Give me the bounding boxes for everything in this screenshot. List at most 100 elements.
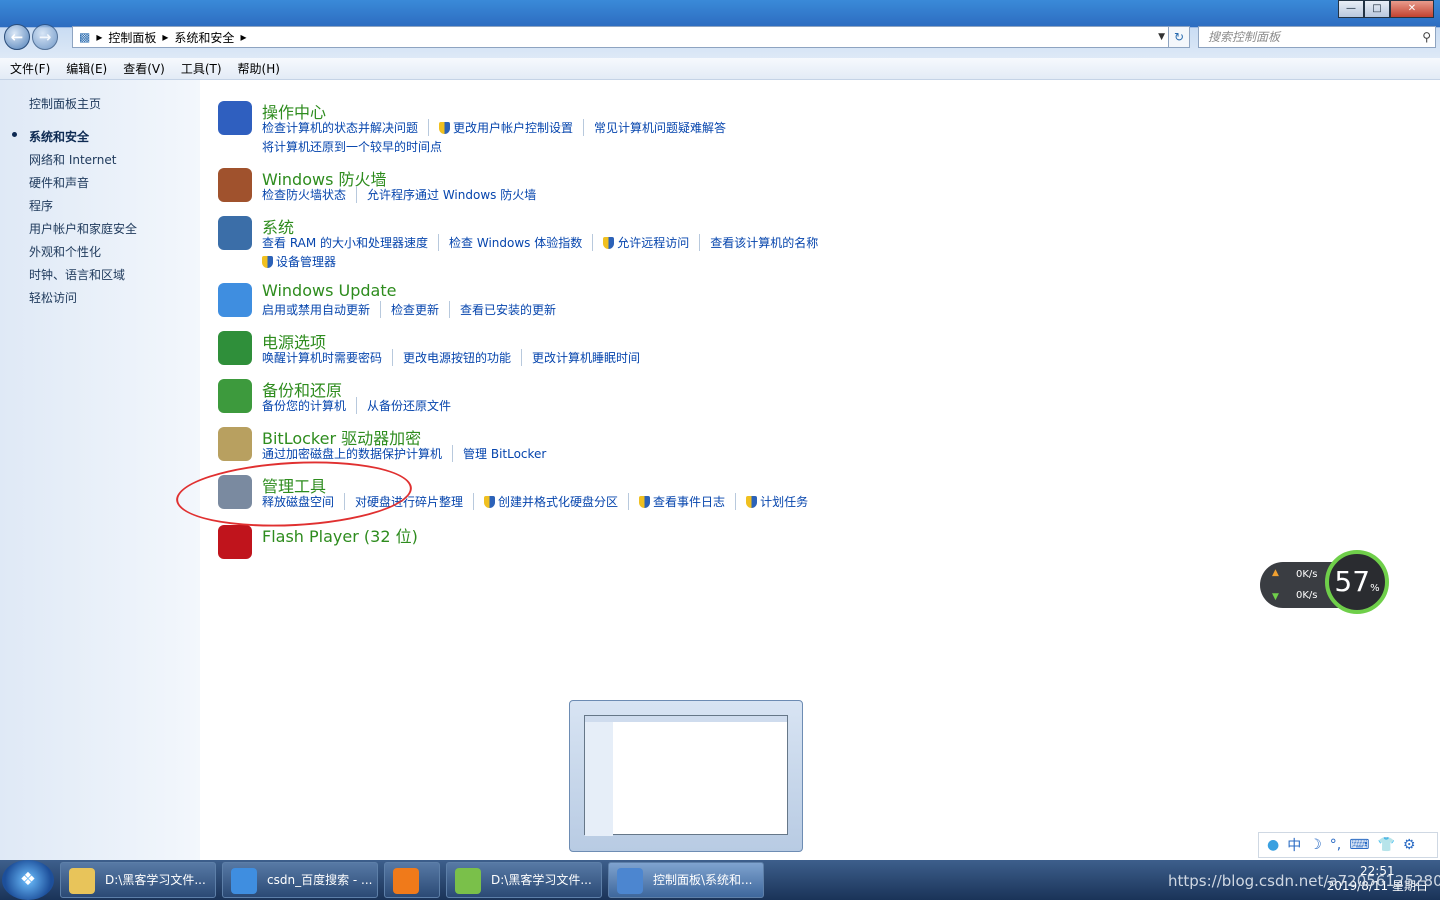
chevron-down-icon[interactable]: ▼ bbox=[1158, 32, 1165, 42]
back-button[interactable]: ← bbox=[4, 24, 30, 50]
network-speed-widget[interactable]: ▲ ▼ 0K/s 0K/s 57% bbox=[1260, 550, 1389, 614]
windows-update-icon[interactable] bbox=[218, 283, 252, 317]
category-link[interactable]: 更改电源按钮的功能 bbox=[403, 349, 523, 366]
category-link[interactable]: 检查计算机的状态并解决问题 bbox=[262, 119, 430, 136]
taskbar-button[interactable]: D:\黑客学习文件... bbox=[446, 862, 602, 898]
firewall-icon[interactable] bbox=[218, 168, 252, 202]
search-icon[interactable]: ⚲ bbox=[1422, 27, 1431, 47]
close-button[interactable]: ✕ bbox=[1390, 0, 1434, 18]
menu-help[interactable]: 帮助(H) bbox=[238, 60, 280, 77]
breadcrumb-control-panel[interactable]: 控制面板 bbox=[108, 29, 156, 46]
uac-shield-icon bbox=[484, 496, 496, 508]
category-link[interactable]: 将计算机还原到一个较早的时间点 bbox=[262, 138, 452, 155]
category-link-text: 设备管理器 bbox=[276, 255, 337, 269]
ime-moon-icon[interactable]: ☽ bbox=[1309, 837, 1322, 853]
taskbar-button-label: D:\黑客学习文件... bbox=[491, 873, 592, 887]
ime-skin-icon[interactable]: 👕 bbox=[1377, 837, 1394, 853]
computer-icon[interactable] bbox=[218, 216, 252, 250]
ime-settings-icon[interactable]: ⚙ bbox=[1403, 837, 1416, 853]
uac-shield-icon bbox=[262, 256, 273, 268]
taskbar-button[interactable]: 控制面板\系统和... bbox=[608, 862, 764, 898]
category-link[interactable]: 设备管理器 bbox=[262, 253, 346, 270]
bitlocker-key-icon[interactable] bbox=[218, 427, 252, 461]
category-link[interactable]: 查看事件日志 bbox=[639, 493, 737, 510]
category-link[interactable]: 查看已安装的更新 bbox=[460, 301, 566, 318]
download-speed: 0K/s bbox=[1296, 590, 1318, 601]
category-link[interactable]: 更改用户帐户控制设置 bbox=[439, 119, 585, 136]
category-link-text: 查看事件日志 bbox=[653, 495, 726, 509]
maximize-button[interactable]: □ bbox=[1364, 0, 1390, 18]
category-link-text: 更改用户帐户控制设置 bbox=[453, 121, 574, 135]
category-link[interactable]: 通过加密磁盘上的数据保护计算机 bbox=[262, 445, 454, 462]
category-link-row: 备份您的计算机 从备份还原文件 bbox=[262, 397, 471, 414]
category-link-row: 唤醒计算机时需要密码 更改电源按钮的功能 更改计算机睡眠时间 bbox=[262, 349, 660, 366]
control-panel-icon: ▩ bbox=[79, 30, 91, 44]
ime-keyboard-icon[interactable]: ⌨ bbox=[1349, 837, 1369, 853]
sidebar-item-user-accounts[interactable]: 用户帐户和家庭安全 bbox=[29, 220, 137, 237]
category-link-text: 常见计算机问题疑难解答 bbox=[594, 121, 727, 135]
sidebar-item-programs[interactable]: 程序 bbox=[29, 197, 53, 214]
category-title[interactable]: Windows Update bbox=[262, 281, 396, 300]
category-link[interactable]: 唤醒计算机时需要密码 bbox=[262, 349, 394, 366]
category-link[interactable]: 管理 BitLocker bbox=[463, 445, 556, 462]
ime-toolbar[interactable]: ● 中 ☽ °, ⌨ 👕 ⚙ bbox=[1258, 832, 1438, 858]
sidebar-item-hardware[interactable]: 硬件和声音 bbox=[29, 174, 89, 191]
category-link[interactable]: 更改计算机睡眠时间 bbox=[532, 349, 650, 366]
sidebar-home-link[interactable]: 控制面板主页 bbox=[29, 95, 101, 112]
taskbar-button[interactable]: csdn_百度搜索 - ... bbox=[222, 862, 378, 898]
minimize-button[interactable]: — bbox=[1338, 0, 1364, 18]
category-link[interactable]: 创建并格式化硬盘分区 bbox=[484, 493, 630, 510]
category-link[interactable]: 允许程序通过 Windows 防火墙 bbox=[367, 186, 546, 203]
category-title[interactable]: Flash Player (32 位) bbox=[262, 523, 418, 547]
category-link-row: 检查防火墙状态 允许程序通过 Windows 防火墙 bbox=[262, 186, 556, 203]
flag-icon[interactable] bbox=[218, 101, 252, 135]
refresh-button[interactable]: ↻ bbox=[1168, 26, 1190, 48]
sidebar-item-appearance[interactable]: 外观和个性化 bbox=[29, 243, 101, 260]
taskbar-button[interactable] bbox=[384, 862, 440, 898]
backup-icon[interactable] bbox=[218, 379, 252, 413]
category-link[interactable]: 检查防火墙状态 bbox=[262, 186, 358, 203]
category-link[interactable]: 检查更新 bbox=[391, 301, 451, 318]
menu-tools[interactable]: 工具(T) bbox=[181, 60, 222, 77]
category-link[interactable]: 计划任务 bbox=[746, 493, 818, 510]
menu-edit[interactable]: 编辑(E) bbox=[66, 60, 107, 77]
sidebar-item-clock-language[interactable]: 时钟、语言和区域 bbox=[29, 266, 125, 283]
category-link[interactable]: 常见计算机问题疑难解答 bbox=[594, 119, 736, 136]
ime-chinese-mode[interactable]: 中 bbox=[1287, 835, 1301, 855]
control-panel-icon bbox=[617, 868, 643, 894]
start-button[interactable]: ❖ bbox=[2, 860, 54, 900]
category-link-row: 检查计算机的状态并解决问题 更改用户帐户控制设置 常见计算机问题疑难解答 bbox=[262, 119, 746, 136]
sidebar-item-ease-of-access[interactable]: 轻松访问 bbox=[29, 289, 77, 306]
forward-button[interactable]: → bbox=[32, 24, 58, 50]
category-link-row: 启用或禁用自动更新 检查更新 查看已安装的更新 bbox=[262, 301, 576, 318]
category-link-row: 查看 RAM 的大小和处理器速度 检查 Windows 体验指数 允许远程访问 查看该… bbox=[262, 234, 838, 251]
taskbar-button-label: 控制面板\系统和... bbox=[653, 873, 753, 887]
menu-file[interactable]: 文件(F) bbox=[10, 60, 50, 77]
category-link-text: 唤醒计算机时需要密码 bbox=[262, 351, 383, 365]
category-link[interactable]: 允许远程访问 bbox=[603, 234, 701, 251]
menu-view[interactable]: 查看(V) bbox=[123, 60, 165, 77]
category-link[interactable]: 查看 RAM 的大小和处理器速度 bbox=[262, 234, 440, 251]
category-link-text: 更改电源按钮的功能 bbox=[403, 351, 512, 365]
category-link[interactable]: 从备份还原文件 bbox=[367, 397, 461, 414]
category-link[interactable]: 备份您的计算机 bbox=[262, 397, 358, 414]
category-link[interactable]: 启用或禁用自动更新 bbox=[262, 301, 382, 318]
category-link-text: 检查 Windows 体验指数 bbox=[449, 236, 583, 250]
search-input[interactable]: 搜索控制面板 ⚲ bbox=[1198, 26, 1436, 48]
category-link[interactable]: 查看该计算机的名称 bbox=[710, 234, 828, 251]
ime-punctuation-icon[interactable]: °, bbox=[1330, 837, 1341, 853]
breadcrumb-separator-icon: ▸ bbox=[162, 30, 169, 44]
sidebar-item-system-security[interactable]: 系统和安全 bbox=[29, 128, 89, 145]
folder-icon bbox=[69, 868, 95, 894]
sidebar-item-network[interactable]: 网络和 Internet bbox=[29, 151, 116, 168]
category-link[interactable]: 检查 Windows 体验指数 bbox=[449, 234, 594, 251]
flash-player-icon[interactable] bbox=[218, 525, 252, 559]
search-placeholder: 搜索控制面板 bbox=[1208, 30, 1281, 44]
address-bar[interactable]: ▩ ▸ 控制面板 ▸ 系统和安全 ▸ ▼ bbox=[72, 26, 1170, 48]
taskbar-thumbnail-preview[interactable] bbox=[569, 700, 803, 852]
battery-icon[interactable] bbox=[218, 331, 252, 365]
taskbar-button[interactable]: D:\黑客学习文件... bbox=[60, 862, 216, 898]
current-item-bullet-icon bbox=[12, 132, 17, 137]
breadcrumb-system-security[interactable]: 系统和安全 bbox=[174, 29, 234, 46]
category-link-text: 允许远程访问 bbox=[617, 236, 690, 250]
